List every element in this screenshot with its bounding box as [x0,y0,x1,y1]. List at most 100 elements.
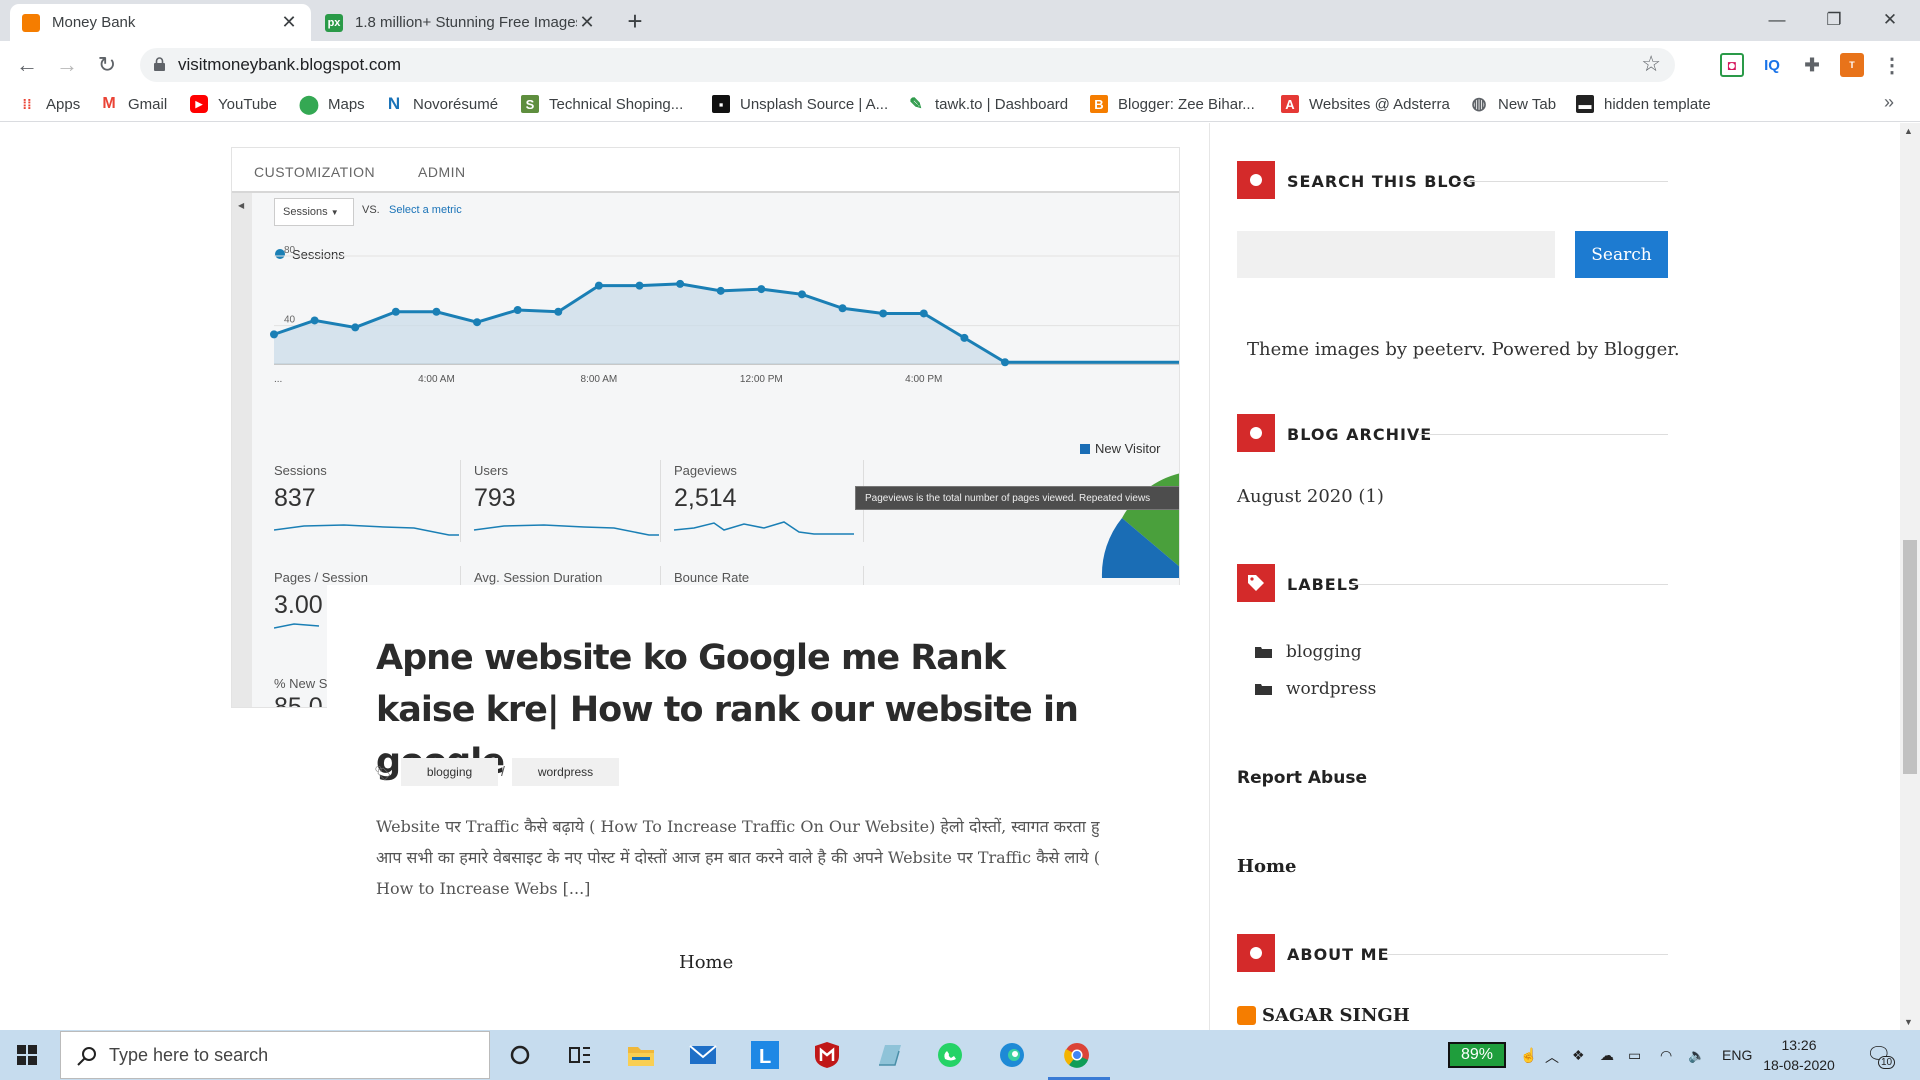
lock-icon [154,57,165,71]
bookmark-tawk[interactable]: ✎ tawk.to | Dashboard [907,95,1069,114]
iq-icon[interactable]: IQ [1760,53,1784,77]
scrollbar-thumb[interactable] [1903,540,1917,774]
profile-icon[interactable]: T [1840,53,1864,77]
clock[interactable]: 13:26 18-08-2020 [1760,1035,1838,1075]
metric-label: Sessions [274,463,327,478]
show-hidden-icons[interactable]: ︿ [1545,1047,1559,1067]
edge-icon[interactable] [997,1040,1027,1070]
back-button[interactable]: ← [12,50,42,80]
widget-title-rule [1382,954,1668,955]
theme-attribution: Theme images by peeterv. Powered by Blog… [1247,339,1680,360]
tag-wordpress[interactable]: wordpress [512,758,619,786]
address-bar[interactable]: visitmoneybank.blogspot.com ☆ [140,48,1675,82]
new-tab-button[interactable]: + [620,6,650,37]
x-tick-label: 12:00 PM [740,374,783,385]
blogger-icon [22,13,40,32]
wifi-icon[interactable]: ◠ [1660,1047,1672,1064]
notification-center-icon[interactable]: 🗨 10 [1866,1042,1896,1069]
restore-button[interactable]: ❐ [1806,4,1862,36]
widget-title-archive: BLOG ARCHIVE [1287,425,1433,444]
taskbar-search-box[interactable]: Type here to search [60,1031,490,1079]
tab-free-images[interactable]: px 1.8 million+ Stunning Free Images ✕ [313,4,609,41]
minimize-button[interactable]: — [1749,4,1805,36]
globe-icon: ◍ [1471,94,1487,113]
tawk-icon: ✎ [909,96,923,113]
battery-percentage[interactable]: 89% [1448,1042,1506,1068]
author-profile-link[interactable]: SAGAR SINGH [1237,1005,1410,1026]
task-view-icon[interactable] [565,1040,595,1070]
sidebar-home-link[interactable]: Home [1237,856,1297,877]
bookmark-youtube[interactable]: ▶ YouTube [190,95,277,113]
folder-icon [1255,684,1272,695]
close-tab-icon[interactable]: ✕ [577,12,597,33]
l-app-icon[interactable]: L [750,1040,780,1070]
label-text: wordpress [1286,679,1377,699]
tag-blogging[interactable]: blogging [401,758,498,786]
onedrive-icon[interactable]: ☁ [1600,1047,1614,1064]
report-abuse-link[interactable]: Report Abuse [1237,768,1367,788]
tags-icon: 🏷 [374,765,392,781]
bookmark-hidden-template[interactable]: ▬ hidden template [1576,95,1711,113]
cortana-icon[interactable] [505,1040,535,1070]
scroll-up-icon[interactable]: ▲ [1904,126,1913,136]
chrome-icon[interactable] [1062,1040,1092,1070]
bookmark-technical-shoping[interactable]: S Technical Shoping... [521,95,683,113]
data-point [797,290,806,299]
more-bookmarks-icon[interactable]: » [1884,92,1894,113]
bookmark-unsplash[interactable]: ▪ Unsplash Source | A... [712,95,888,113]
author-name: SAGAR SINGH [1262,1005,1410,1026]
puzzle-icon[interactable]: ✚ [1800,53,1824,77]
new-visitor-label: New Visitor [1095,441,1161,456]
data-point [432,307,441,316]
bookmark-adsterra[interactable]: A Websites @ Adsterra [1281,95,1450,113]
label-blogging[interactable]: blogging [1255,642,1362,662]
mail-icon[interactable] [688,1040,718,1070]
blog-search-input[interactable] [1237,231,1555,278]
tab-money-bank[interactable]: Money Bank ✕ [10,4,311,41]
windows-start-icon[interactable] [17,1045,37,1065]
volume-icon[interactable]: 🔈 [1688,1047,1705,1064]
scroll-down-icon[interactable]: ▼ [1904,1017,1913,1027]
bookmark-blogger[interactable]: B Blogger: Zee Bihar... [1090,95,1255,113]
widget-title-rule [1418,434,1668,435]
bookmark-label: Technical Shoping... [549,95,684,113]
data-point [594,281,603,290]
touch-icon[interactable]: ☝ [1520,1047,1537,1064]
mcafee-icon[interactable] [812,1040,842,1070]
forward-button[interactable]: → [52,50,82,80]
taskbar-search-placeholder: Type here to search [109,1045,269,1065]
search-button[interactable]: Search [1575,231,1668,278]
bookmark-novoresume[interactable]: N Novorésumé [385,94,498,113]
tab-title: Money Bank [52,14,136,31]
whatsapp-icon[interactable] [935,1040,965,1070]
archive-item-august-2020[interactable]: August 2020 (1) [1237,486,1384,507]
blogger-icon: B [1090,95,1108,113]
bookmark-label: tawk.to | Dashboard [935,95,1069,113]
search-widget-icon [1237,161,1275,199]
label-wordpress[interactable]: wordpress [1255,679,1376,699]
bookmark-new-tab[interactable]: ◍ New Tab [1470,94,1557,113]
close-tab-icon[interactable]: ✕ [279,12,299,33]
archive-widget-icon [1237,414,1275,452]
battery-icon[interactable]: ▭ [1628,1047,1641,1064]
bookmark-star-icon[interactable]: ☆ [1641,51,1661,77]
maps-icon: ⬤ [298,93,320,114]
data-point [473,318,482,327]
menu-icon[interactable]: ⋮ [1880,53,1904,77]
language-indicator[interactable]: ENG [1722,1047,1752,1063]
clock-time: 13:26 [1781,1037,1817,1053]
youtube-icon: ▶ [190,95,208,113]
data-point [310,316,319,325]
notes-app-icon[interactable] [874,1040,904,1070]
pocket-icon[interactable]: ◘ [1720,53,1744,77]
bookmark-apps[interactable]: ⁞⁞ Apps [18,95,80,113]
bookmark-maps[interactable]: ⬤ Maps [298,93,365,114]
dropbox-icon[interactable]: ❖ [1572,1047,1585,1064]
close-window-button[interactable]: ✕ [1862,4,1918,36]
adsterra-icon: A [1281,95,1299,113]
widget-title-about: ABOUT ME [1287,945,1390,964]
home-link[interactable]: Home [679,952,733,973]
reload-button[interactable]: ↻ [92,50,122,80]
bookmark-gmail[interactable]: M Gmail [100,95,167,113]
file-explorer-icon[interactable] [626,1040,656,1070]
